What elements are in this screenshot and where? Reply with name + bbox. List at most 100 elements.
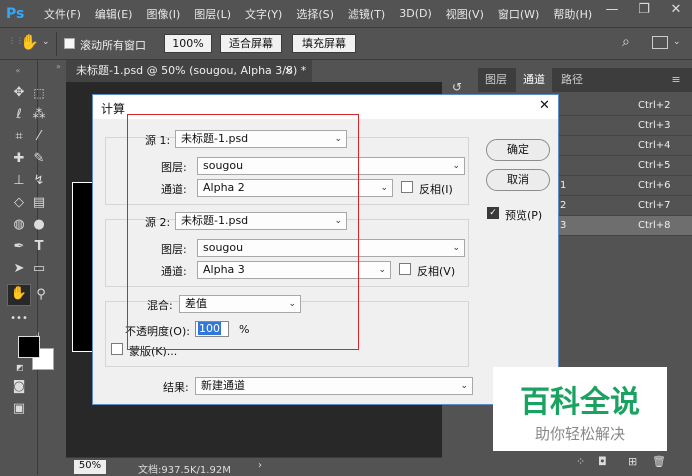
status-arrow-icon[interactable]: › xyxy=(258,460,262,471)
mask-checkbox[interactable] xyxy=(111,343,123,355)
close-icon[interactable]: ✕ xyxy=(539,98,550,113)
trash-icon[interactable]: 🗑 xyxy=(652,455,666,468)
channel-shortcut: Ctrl+5 xyxy=(638,160,671,171)
magic-wand-icon[interactable]: ⁂ xyxy=(30,106,48,124)
tab-paths[interactable]: 路径 xyxy=(554,68,590,92)
cancel-button[interactable]: 取消 xyxy=(486,169,550,191)
channel-shortcut: Ctrl+8 xyxy=(638,220,671,231)
minimize-button[interactable]: — xyxy=(596,0,628,22)
chevron-down-icon[interactable]: ⌄ xyxy=(673,37,681,47)
history-brush-icon[interactable]: ↯ xyxy=(30,172,48,190)
document-tab[interactable]: 未标题-1.psd @ 50% (sougou, Alpha 3/8) * × xyxy=(66,60,312,82)
menu-3d[interactable]: 3D(D) xyxy=(399,7,432,20)
mask-icon[interactable]: ◘ xyxy=(598,455,607,468)
menu-layer[interactable]: 图层(L) xyxy=(194,6,231,22)
search-icon[interactable]: ⌕ xyxy=(622,34,630,50)
lasso-tool-icon[interactable]: ℓ xyxy=(10,106,28,124)
foreground-color-swatch[interactable] xyxy=(18,336,40,358)
menu-file[interactable]: 文件(F) xyxy=(44,6,81,22)
preview-checkbox[interactable]: ✓ xyxy=(487,207,499,219)
workspace-icon[interactable] xyxy=(652,36,668,49)
shape-tool-icon[interactable]: ▭ xyxy=(30,260,48,278)
channel-shortcut: Ctrl+4 xyxy=(638,140,671,151)
collapse-icon[interactable]: » xyxy=(56,62,61,71)
history-icon[interactable]: ↺ xyxy=(452,80,462,94)
tab-layers[interactable]: 图层 xyxy=(478,68,514,92)
result-label: 结果: xyxy=(163,381,189,394)
highlight-box xyxy=(127,114,359,350)
preview-label: 预览(P) xyxy=(505,209,543,222)
menu-type[interactable]: 文字(Y) xyxy=(245,6,282,22)
chevron-down-icon: ⌄ xyxy=(378,265,386,275)
invert2-checkbox[interactable] xyxy=(399,263,411,275)
document-tab-title: 未标题-1.psd @ 50% (sougou, Alpha 3/8) * xyxy=(76,64,307,77)
close-icon[interactable]: × xyxy=(284,60,293,82)
healing-brush-icon[interactable]: ✚ xyxy=(10,150,28,168)
scroll-all-label: 滚动所有窗口 xyxy=(80,39,146,52)
divider xyxy=(56,32,57,56)
channel-name: 1 xyxy=(560,180,567,191)
menu-window[interactable]: 窗口(W) xyxy=(498,6,539,22)
dodge-tool-icon[interactable]: ● xyxy=(30,216,48,234)
watermark-title: 百科全说 xyxy=(520,385,640,420)
options-bar: ⋮⋮ ✋ ⌄ 滚动所有窗口 100% 适合屏幕 填充屏幕 ⌕ ⌄ xyxy=(0,28,692,60)
ok-button[interactable]: 确定 xyxy=(486,139,550,161)
hand-tool-icon[interactable]: ✋ xyxy=(7,284,31,306)
screen-mode-icon[interactable]: ▣ xyxy=(10,400,28,418)
crop-tool-icon[interactable]: ⌗ xyxy=(10,128,28,146)
tool-panel: « ✥ ⬚ ℓ ⁂ ⌗ ⁄ ✚ ✎ ⊥ ↯ ◇ ▤ ◍ ● ✒ T ➤ ▭ ✋ … xyxy=(0,60,54,475)
photoshop-logo: Ps xyxy=(6,5,25,22)
blur-tool-icon[interactable]: ◍ xyxy=(10,216,28,234)
eraser-tool-icon[interactable]: ◇ xyxy=(10,194,28,212)
document-info: 文档:937.5K/1.92M xyxy=(138,465,231,476)
canvas-document[interactable] xyxy=(72,182,94,352)
invert2-label: 反相(V) xyxy=(417,265,456,278)
result-select[interactable]: 新建通道 ⌄ xyxy=(195,377,473,395)
watermark-subtitle: 助你轻松解决 xyxy=(534,425,625,443)
zoom-tool-icon[interactable]: ⚲ xyxy=(32,286,50,304)
fill-screen-button[interactable]: 填充屏幕 xyxy=(292,34,356,53)
pen-tool-icon[interactable]: ✒ xyxy=(10,238,28,256)
path-selection-icon[interactable]: ➤ xyxy=(10,260,28,278)
menu-bar: Ps 文件(F) 编辑(E) 图像(I) 图层(L) 文字(Y) 选择(S) 滤… xyxy=(0,0,692,28)
chevron-down-icon[interactable]: ⌄ xyxy=(42,37,50,47)
tab-channels[interactable]: 通道 xyxy=(516,68,552,92)
brush-tool-icon[interactable]: ✎ xyxy=(30,150,48,168)
menu-edit[interactable]: 编辑(E) xyxy=(95,6,133,22)
gradient-tool-icon[interactable]: ▤ xyxy=(30,194,48,212)
panel-menu-icon[interactable]: ≡ xyxy=(666,68,686,92)
marquee-tool-icon[interactable]: ⬚ xyxy=(30,84,48,102)
channel-name: 2 xyxy=(560,200,567,211)
close-window-button[interactable]: ✕ xyxy=(660,0,692,22)
menu-view[interactable]: 视图(V) xyxy=(446,6,484,22)
load-selection-icon[interactable]: ⁘ xyxy=(576,455,585,468)
move-tool-icon[interactable]: ✥ xyxy=(10,84,28,102)
menu-help[interactable]: 帮助(H) xyxy=(553,6,592,22)
chevron-down-icon: ⌄ xyxy=(452,243,460,253)
channel-shortcut: Ctrl+2 xyxy=(638,100,671,111)
menu-image[interactable]: 图像(I) xyxy=(146,6,180,22)
restore-button[interactable]: ❐ xyxy=(628,0,660,22)
default-colors-icon[interactable]: ◩ xyxy=(16,363,24,372)
panel-tabs: 图层 通道 路径 ≡ xyxy=(478,68,692,92)
invert1-checkbox[interactable] xyxy=(401,181,413,193)
type-tool-icon[interactable]: T xyxy=(30,238,48,256)
menu-select[interactable]: 选择(S) xyxy=(296,6,334,22)
channel-name: 3 xyxy=(560,220,567,231)
eyedropper-icon[interactable]: ⁄ xyxy=(30,128,48,146)
quick-mask-icon[interactable]: ◙ xyxy=(10,378,28,396)
fit-screen-button[interactable]: 适合屏幕 xyxy=(220,34,282,53)
result-value: 新建通道 xyxy=(201,379,245,392)
zoom-100-button[interactable]: 100% xyxy=(164,34,212,53)
hand-tool-icon[interactable]: ✋ xyxy=(20,33,39,51)
menu-filter[interactable]: 滤镜(T) xyxy=(348,6,385,22)
chevron-down-icon: ⌄ xyxy=(460,381,468,391)
zoom-level[interactable]: 50% xyxy=(74,460,106,474)
invert1-label: 反相(I) xyxy=(419,183,453,196)
scroll-all-checkbox[interactable] xyxy=(64,38,75,49)
more-tools-icon[interactable]: ••• xyxy=(10,310,28,328)
status-bar: 50% 文档:937.5K/1.92M › xyxy=(66,457,442,476)
collapse-icon[interactable]: « xyxy=(9,62,27,80)
new-channel-icon[interactable]: ⊞ xyxy=(628,455,637,468)
stamp-tool-icon[interactable]: ⊥ xyxy=(10,172,28,190)
